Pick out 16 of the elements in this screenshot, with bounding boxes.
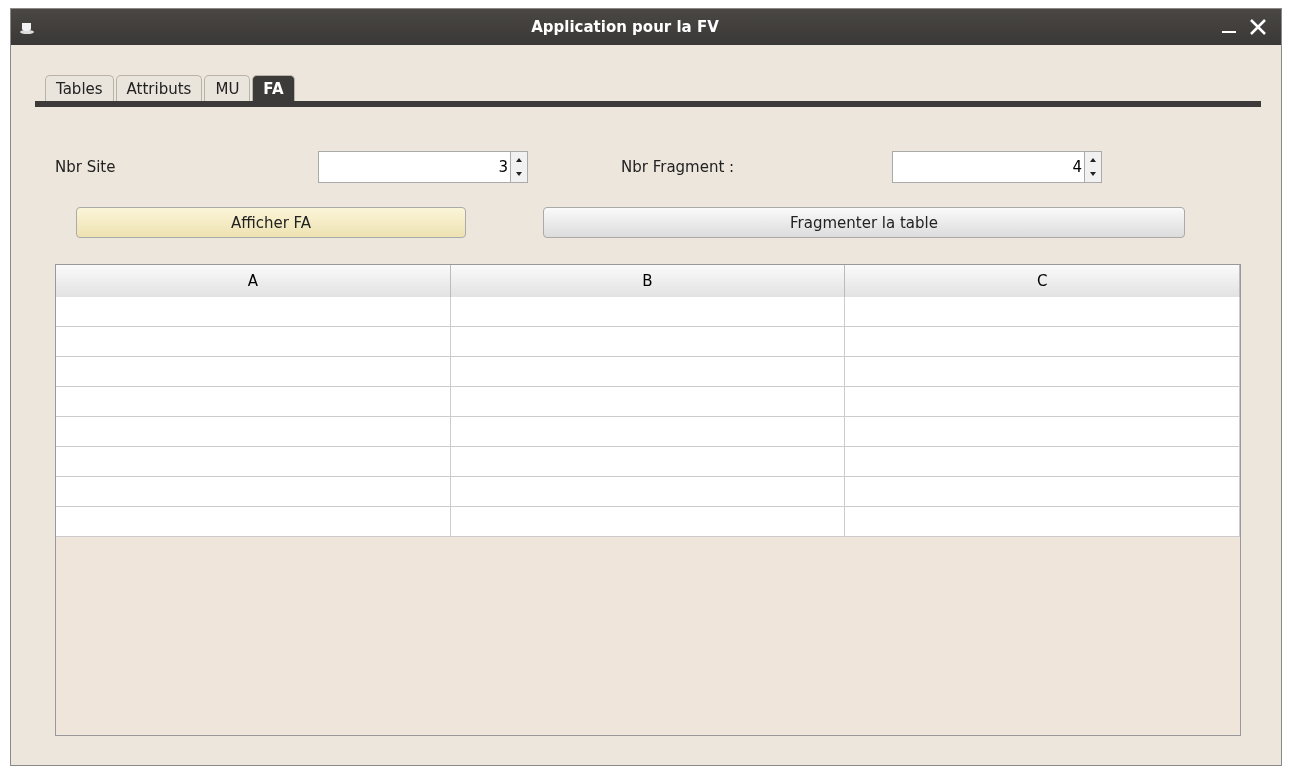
tab[interactable]: MU: [204, 75, 251, 101]
column-header[interactable]: C: [845, 265, 1240, 298]
column-header[interactable]: B: [450, 265, 846, 298]
action-button[interactable]: Afficher FA: [76, 207, 466, 238]
number-spinner[interactable]: 4: [892, 151, 1102, 183]
action-button[interactable]: Fragmenter la table: [543, 207, 1185, 238]
field-label: Nbr Site: [55, 158, 117, 176]
tab[interactable]: Attributs: [115, 75, 203, 101]
tab[interactable]: FA: [252, 75, 295, 101]
close-icon[interactable]: [1249, 18, 1267, 36]
tab[interactable]: Tables: [45, 75, 114, 101]
window-title: Application pour la FV: [530, 18, 720, 36]
number-spinner[interactable]: 3: [318, 151, 528, 183]
field-label: Nbr Fragment :: [621, 158, 736, 176]
column-header[interactable]: A: [56, 265, 451, 298]
coffee-cup-icon: [19, 20, 35, 34]
